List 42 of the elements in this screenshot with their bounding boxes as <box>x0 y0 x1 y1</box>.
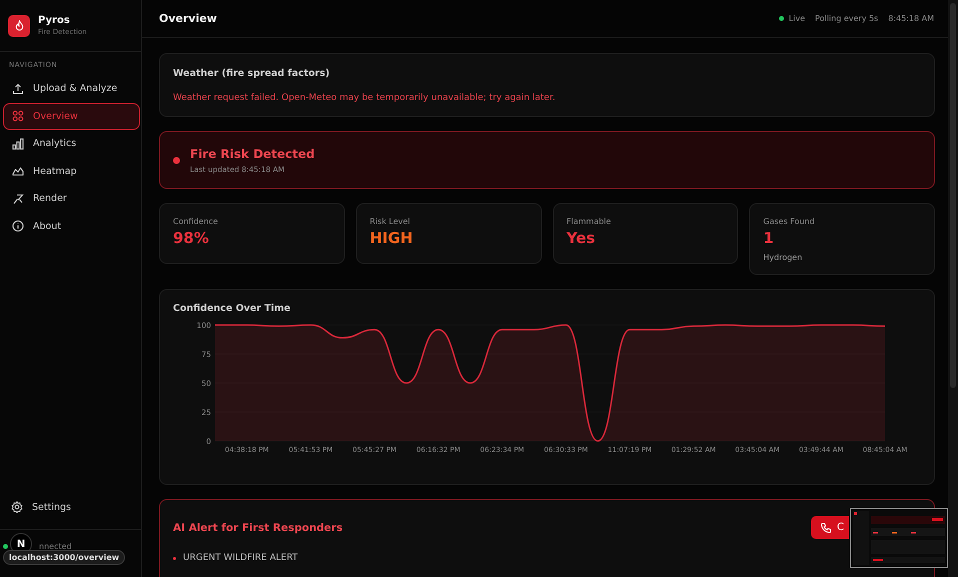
nav-item[interactable]: Render <box>3 185 140 212</box>
stat-value: HIGH <box>370 229 414 247</box>
alert-title: AI Alert for First Responders <box>173 522 343 534</box>
stat-detail: Hydrogen <box>763 253 804 262</box>
thumbnail-drawing[interactable] <box>850 508 948 568</box>
settings-item[interactable]: Settings <box>0 493 141 521</box>
polling-label: Polling every 5s <box>815 14 878 23</box>
url-tooltip: localhost:3000/overview <box>3 550 126 565</box>
app-name: Pyros <box>38 15 71 26</box>
nav-item[interactable]: Heatmap <box>3 158 140 185</box>
scrollbar[interactable] <box>948 0 958 577</box>
phone-icon <box>820 522 832 534</box>
pen-icon <box>12 192 24 205</box>
card-title: Weather (fire spread factors) <box>173 68 331 79</box>
page-title: Overview <box>159 12 218 25</box>
info-icon <box>12 220 24 232</box>
area-chart-icon <box>12 165 24 178</box>
call-button[interactable]: C <box>811 516 849 539</box>
chart-title: Confidence Over Time <box>173 303 292 314</box>
nav-item[interactable]: Upload & Analyze <box>3 75 140 102</box>
stat-label: Flammable <box>566 217 612 226</box>
alert-line: URGENT WILDFIRE ALERT <box>183 553 298 563</box>
live-label: Live <box>788 14 806 23</box>
upload-icon <box>12 82 24 95</box>
settings-icon <box>11 501 23 513</box>
stat-label: Risk Level <box>370 217 411 226</box>
stat-label: Confidence <box>173 217 219 226</box>
nav-item[interactable]: About <box>3 212 140 240</box>
banner-title: Fire Risk Detected <box>190 146 315 160</box>
grid-icon <box>12 110 24 122</box>
stat-label: Gases Found <box>763 217 816 226</box>
nav-item[interactable]: Overview <box>3 102 140 130</box>
stat-value: 1 <box>763 229 775 247</box>
bar-chart-icon <box>12 138 24 150</box>
nav-item[interactable]: Analytics <box>3 130 140 158</box>
time-label: 8:45:18 AM <box>888 14 934 23</box>
bullet-icon <box>173 556 176 560</box>
stat-value: Yes <box>566 229 596 247</box>
flame-logo <box>8 14 30 36</box>
stat-value: 98% <box>173 229 210 247</box>
error-message: Weather request failed. Open-Meteo may be temporarily unavailable; try again later. <box>173 93 556 103</box>
connection-status: nnected <box>39 542 72 551</box>
